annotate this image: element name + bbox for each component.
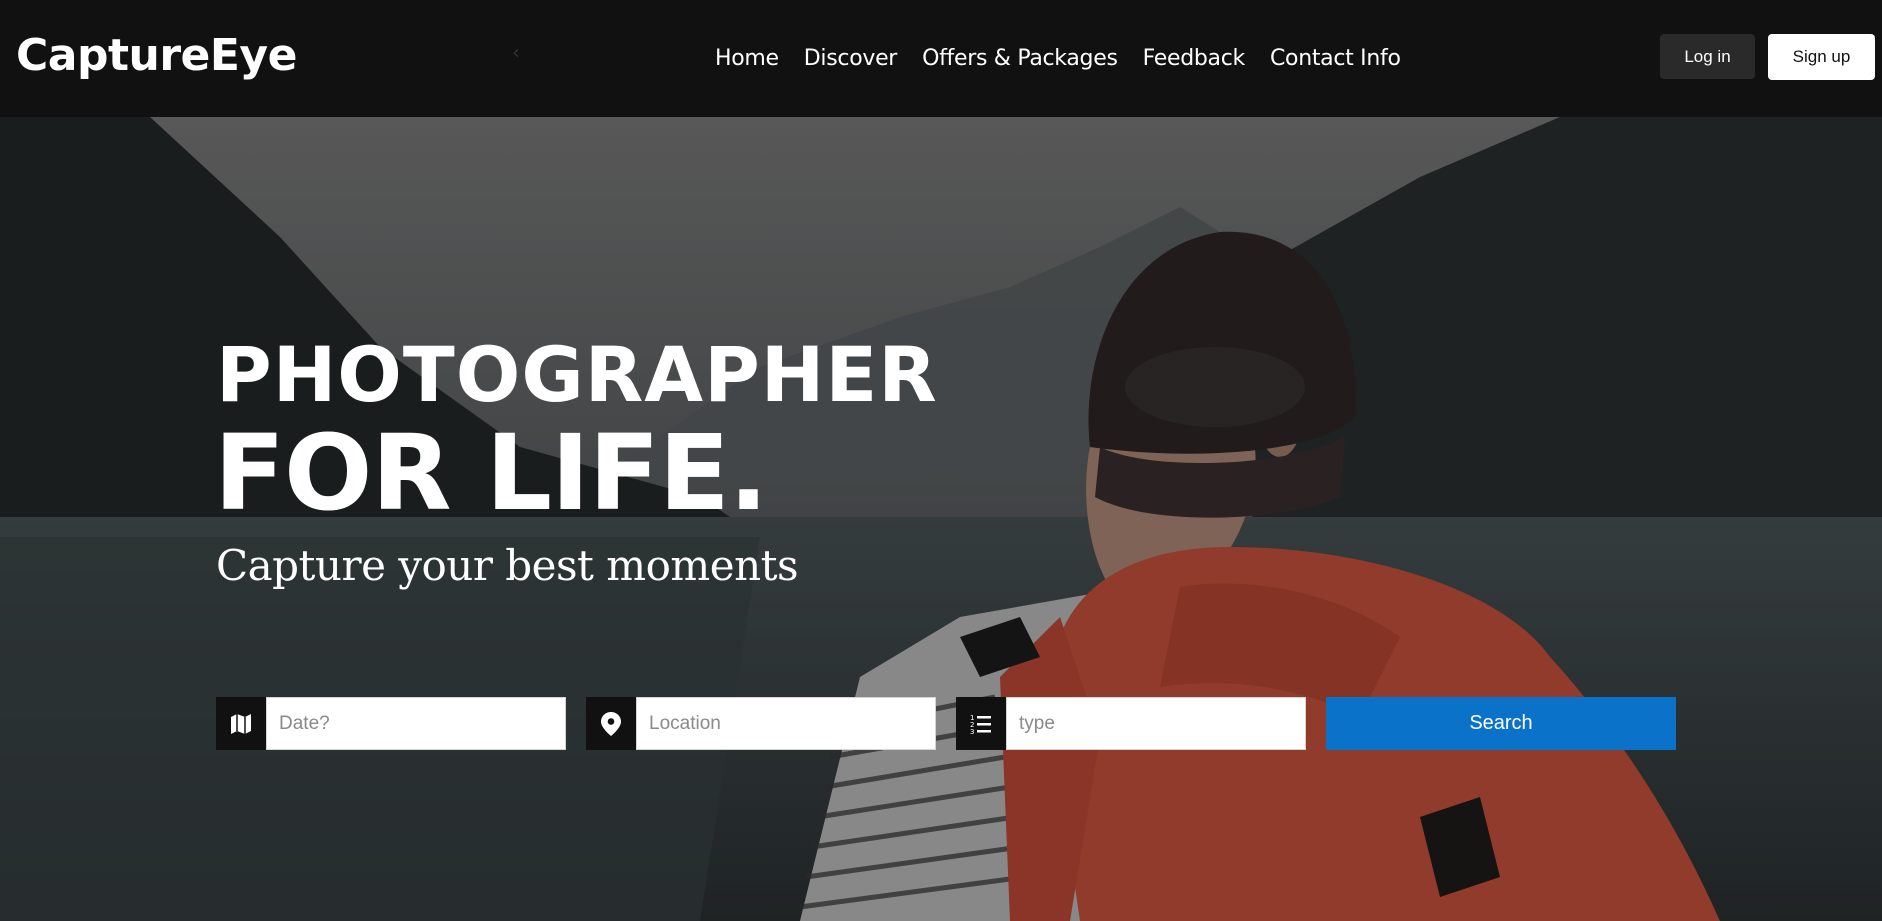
navbar: CaptureEye ‹ Home Discover Offers & Pack…	[0, 0, 1882, 117]
location-input[interactable]	[636, 697, 936, 750]
hero-title-line-2: FOR LIFE.	[214, 412, 768, 534]
chevron-left-icon[interactable]: ‹	[504, 40, 528, 64]
search-button[interactable]: Search	[1326, 697, 1676, 750]
signup-button[interactable]: Sign up	[1768, 34, 1875, 80]
list-icon: 1 2 3	[956, 697, 1006, 750]
hero-title-line-1: PHOTOGRAPHER	[216, 330, 938, 419]
hero-section: PHOTOGRAPHER FOR LIFE. Capture your best…	[0, 117, 1882, 921]
nav-home[interactable]: Home	[715, 46, 779, 71]
login-button[interactable]: Log in	[1660, 34, 1755, 79]
nav-contact-info[interactable]: Contact Info	[1270, 46, 1401, 71]
hero-subtitle: Capture your best moments	[216, 541, 799, 590]
date-search-group	[216, 697, 566, 750]
main-nav: Home Discover Offers & Packages Feedback…	[715, 38, 1401, 78]
nav-discover[interactable]: Discover	[804, 46, 898, 71]
type-search-group: 1 2 3	[956, 697, 1306, 750]
svg-text:3: 3	[970, 728, 974, 735]
brand-logo[interactable]: CaptureEye	[16, 26, 297, 86]
nav-offers-packages[interactable]: Offers & Packages	[922, 46, 1118, 71]
type-input[interactable]	[1006, 697, 1306, 750]
location-search-group	[586, 697, 936, 750]
date-input[interactable]	[266, 697, 566, 750]
map-icon	[216, 697, 266, 750]
location-pin-icon	[586, 697, 636, 750]
nav-feedback[interactable]: Feedback	[1143, 46, 1246, 71]
